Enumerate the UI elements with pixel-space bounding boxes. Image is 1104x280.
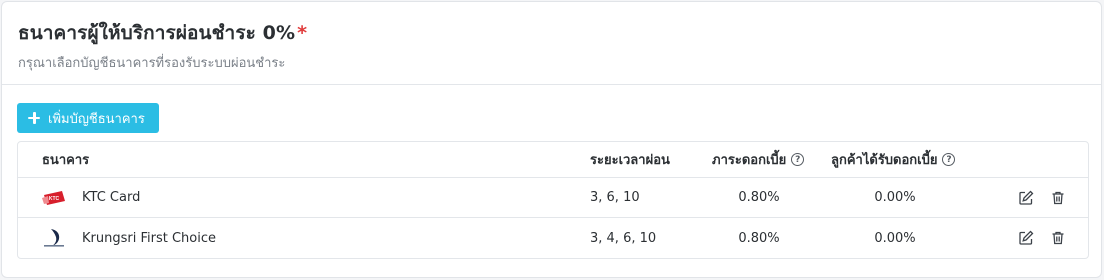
krungsri-logo — [42, 227, 66, 249]
edit-icon[interactable] — [1018, 230, 1034, 246]
bank-table: ธนาคาร ระยะเวลาผ่อน ภาระดอกเบี้ย ? ลูกค้… — [17, 141, 1089, 259]
bank-cell: Krungsri First Choice — [42, 218, 216, 258]
bank-installment-card: ธนาคารผู้ให้บริการผ่อนชำระ 0% * กรุณาเลือ… — [1, 1, 1102, 278]
table-row: KTC KTC Card 3, 6, 10 0.80% 0.00% — [18, 178, 1088, 218]
add-bank-account-button[interactable]: เพิ่มบัญชีธนาคาร — [17, 103, 159, 133]
row-actions — [1018, 178, 1066, 217]
column-header-period: ระยะเวลาผ่อน — [590, 153, 670, 168]
table-header-row: ธนาคาร ระยะเวลาผ่อน ภาระดอกเบี้ย ? ลูกค้… — [18, 142, 1088, 178]
row-actions — [1018, 218, 1066, 258]
column-header-rate: ภาระดอกเบี้ย ? — [712, 142, 805, 177]
period-cell: 3, 4, 6, 10 — [590, 230, 657, 246]
plus-icon — [28, 112, 40, 124]
page-title: ธนาคารผู้ให้บริการผ่อนชำระ 0% * — [18, 22, 308, 44]
customer-interest-cell: 0.00% — [874, 230, 916, 246]
trash-icon[interactable] — [1050, 190, 1066, 206]
svg-text:KTC: KTC — [49, 196, 60, 202]
page-subtitle: กรุณาเลือกบัญชีธนาคารที่รองรับระบบผ่อนชำ… — [18, 56, 286, 71]
help-icon[interactable]: ? — [791, 153, 805, 166]
bank-name: KTC Card — [82, 190, 141, 205]
rate-cell: 0.80% — [738, 190, 780, 205]
card-header: ธนาคารผู้ให้บริการผ่อนชำระ 0% * กรุณาเลือ… — [2, 2, 1101, 85]
add-bank-account-label: เพิ่มบัญชีธนาคาร — [48, 111, 145, 127]
trash-icon[interactable] — [1050, 230, 1066, 246]
column-header-customer-interest: ลูกค้าได้รับดอกเบี้ย ? — [831, 142, 956, 177]
period-cell: 3, 6, 10 — [590, 190, 640, 205]
bank-name: Krungsri First Choice — [82, 230, 216, 246]
edit-icon[interactable] — [1018, 190, 1034, 206]
column-header-bank: ธนาคาร — [42, 153, 90, 168]
ktc-logo: KTC — [42, 187, 66, 209]
customer-interest-cell: 0.00% — [874, 190, 916, 205]
help-icon[interactable]: ? — [942, 153, 956, 166]
rate-cell: 0.80% — [738, 230, 780, 246]
required-mark: * — [297, 22, 308, 44]
bank-cell: KTC KTC Card — [42, 178, 140, 217]
table-row: Krungsri First Choice 3, 4, 6, 10 0.80% … — [18, 218, 1088, 258]
